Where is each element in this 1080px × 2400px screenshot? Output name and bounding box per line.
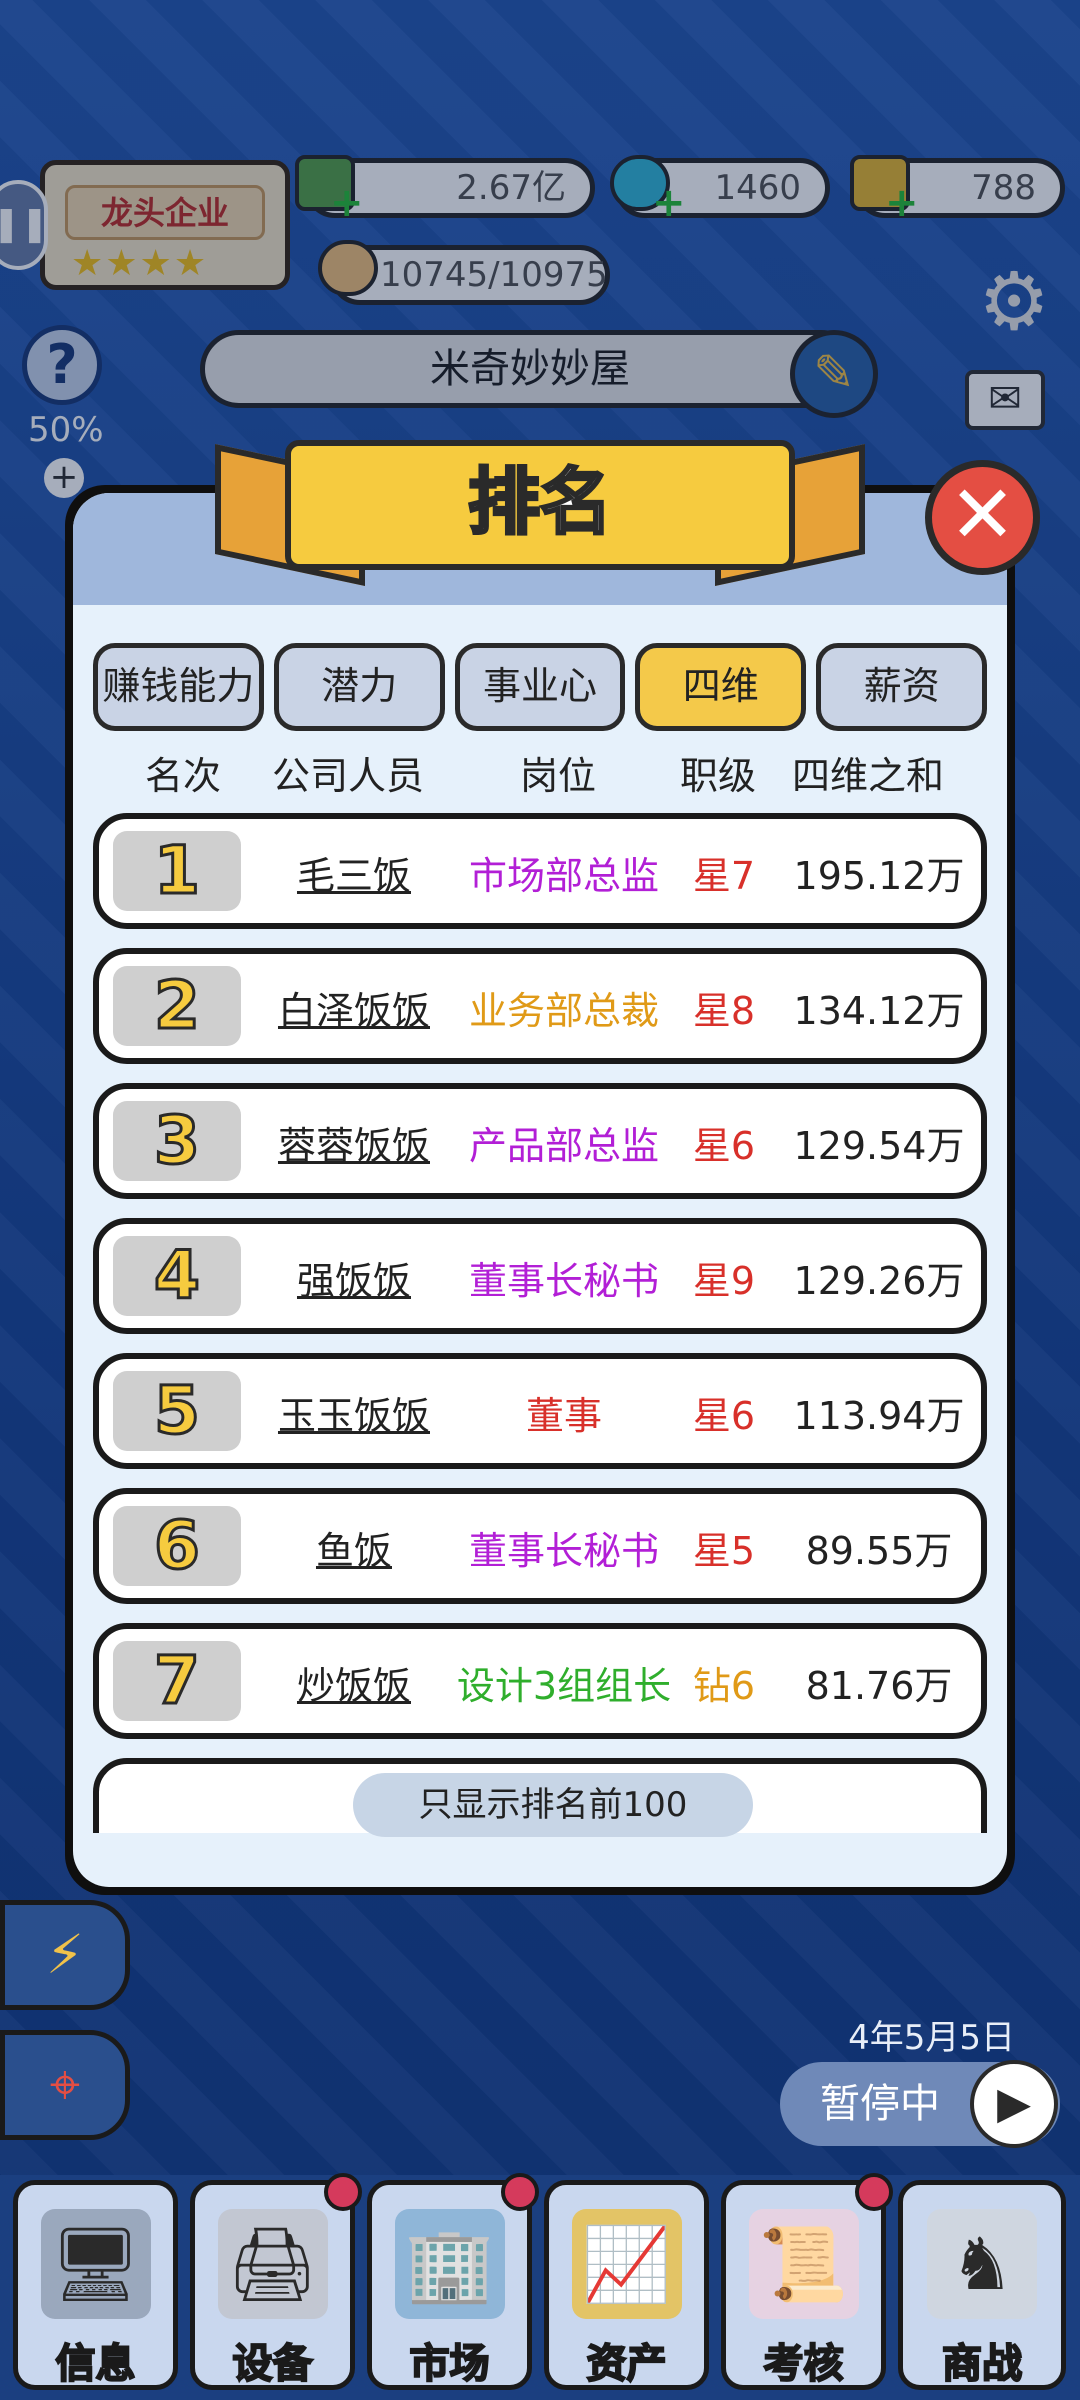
col-rank: 名次 (144, 754, 221, 798)
col-position: 岗位 (519, 754, 596, 798)
staff-position: 市场部总监 (468, 854, 659, 898)
rank-number: 1 (113, 831, 241, 911)
game-date: 4年5月5日 (848, 2018, 1015, 2058)
staff-total: 129.26万 (793, 1259, 965, 1303)
staff-level: 星6 (692, 1394, 756, 1438)
location-icon[interactable]: ⌖ (0, 2030, 130, 2140)
staff-total: 195.12万 (793, 854, 965, 898)
ranking-column-headers: 名次 公司人员 岗位 职级 四维之和 (73, 745, 1007, 798)
staff-total: 129.54万 (793, 1124, 965, 1168)
notification-dot (855, 2173, 893, 2211)
staff-level: 星5 (692, 1529, 756, 1573)
ranking-panel: 赚钱能力 潜力 事业心 四维 薪资 名次 公司人员 岗位 职级 四维之和 1 毛… (73, 493, 1007, 1887)
nav-business-war[interactable]: ♞ 商战 (898, 2180, 1066, 2390)
staff-name[interactable]: 蓉蓉饭饭 (259, 1115, 449, 1170)
staff-position: 董事长秘书 (468, 1259, 659, 1303)
col-four-stats-total: 四维之和 (791, 754, 944, 798)
staff-total: 134.12万 (793, 989, 965, 1033)
ranking-modal: 赚钱能力 潜力 事业心 四维 薪资 名次 公司人员 岗位 职级 四维之和 1 毛… (65, 485, 1015, 1895)
staff-position: 产品部总监 (468, 1124, 659, 1168)
nav-assessment[interactable]: 📜 考核 (721, 2173, 893, 2390)
rank-number: 6 (113, 1506, 241, 1586)
nav-equipment[interactable]: 🖨 设备 (190, 2173, 362, 2390)
staff-name[interactable]: 玉玉饭饭 (259, 1385, 449, 1440)
top-100-note: 只显示排名前100 (353, 1773, 753, 1837)
staff-level: 星7 (692, 854, 756, 898)
rank-number: 7 (113, 1641, 241, 1721)
document-icon: 📜 (748, 2209, 859, 2319)
tab-four-stats[interactable]: 四维 (635, 643, 807, 731)
nav-assets-label: 资产 (586, 2340, 668, 2388)
nav-market[interactable]: 🏢 市场 (367, 2173, 539, 2390)
col-level: 职级 (679, 754, 756, 798)
ranking-row[interactable]: 6 鱼饭 董事长秘书 星5 89.55万 (93, 1488, 987, 1604)
nav-business-war-label: 商战 (941, 2340, 1023, 2388)
nav-info-label: 信息 (55, 2340, 137, 2388)
staff-name[interactable]: 炒饭饭 (259, 1655, 449, 1710)
staff-position: 董事长秘书 (468, 1529, 659, 1573)
rank-number: 2 (113, 966, 241, 1046)
notification-dot (501, 2173, 539, 2211)
rank-number: 5 (113, 1371, 241, 1451)
staff-name[interactable]: 毛三饭 (259, 845, 449, 900)
ranking-row[interactable]: 1 毛三饭 市场部总监 星7 195.12万 (93, 813, 987, 929)
chess-icon: ♞ (927, 2209, 1037, 2319)
staff-name[interactable]: 强饭饭 (259, 1250, 449, 1305)
staff-level: 星8 (692, 989, 756, 1033)
tab-salary[interactable]: 薪资 (816, 643, 987, 731)
ranking-row[interactable]: 5 玉玉饭饭 董事 星6 113.94万 (93, 1353, 987, 1469)
nav-market-label: 市场 (409, 2340, 491, 2388)
lightning-icon[interactable]: ⚡ (0, 1900, 130, 2010)
chart-up-icon: 📈 (571, 2209, 682, 2319)
ranking-list[interactable]: 1 毛三饭 市场部总监 星7 195.12万 2 白泽饭饭 业务部总裁 星8 1… (93, 813, 987, 1833)
nav-assessment-label: 考核 (763, 2340, 845, 2388)
rank-number: 3 (113, 1101, 241, 1181)
staff-level: 星9 (692, 1259, 756, 1303)
tab-potential[interactable]: 潜力 (273, 643, 445, 731)
staff-name[interactable]: 白泽饭饭 (259, 980, 449, 1035)
ranking-row[interactable]: 3 蓉蓉饭饭 产品部总监 星6 129.54万 (93, 1083, 987, 1199)
pause-status-label: 暂停中 (820, 2081, 940, 2127)
staff-level: 星6 (692, 1124, 756, 1168)
notification-dot (324, 2173, 362, 2211)
ranking-row[interactable]: 7 炒饭饭 设计3组组长 钻6 81.76万 (93, 1623, 987, 1739)
staff-total: 81.76万 (805, 1664, 953, 1708)
ranking-tabs: 赚钱能力 潜力 事业心 四维 薪资 (93, 643, 987, 731)
staff-position: 业务部总裁 (468, 989, 659, 1033)
ranking-row[interactable]: 2 白泽饭饭 业务部总裁 星8 134.12万 (93, 948, 987, 1064)
tab-ambition[interactable]: 事业心 (454, 643, 626, 731)
staff-level: 钻6 (692, 1664, 756, 1708)
tab-earning[interactable]: 赚钱能力 (93, 643, 264, 731)
ranking-row[interactable]: 4 强饭饭 董事长秘书 星9 129.26万 (93, 1218, 987, 1334)
col-staff: 公司人员 (271, 754, 424, 798)
modal-title: 排名 (285, 440, 795, 570)
nav-equipment-label: 设备 (232, 2340, 314, 2388)
play-icon[interactable]: ▶ (970, 2060, 1058, 2148)
staff-name[interactable]: 鱼饭 (259, 1520, 449, 1575)
staff-total: 89.55万 (805, 1529, 953, 1573)
monitor-icon: 🖥 (40, 2209, 151, 2319)
staff-total: 113.94万 (793, 1394, 965, 1438)
printer-icon: 🖨 (217, 2209, 328, 2319)
staff-position: 设计3组组长 (456, 1664, 672, 1708)
nav-info[interactable]: 🖥 信息 (13, 2180, 178, 2390)
building-icon: 🏢 (394, 2209, 505, 2319)
staff-position: 董事 (525, 1394, 602, 1438)
rank-number: 4 (113, 1236, 241, 1316)
close-icon[interactable]: ✕ (925, 460, 1040, 575)
nav-assets[interactable]: 📈 资产 (544, 2180, 709, 2390)
